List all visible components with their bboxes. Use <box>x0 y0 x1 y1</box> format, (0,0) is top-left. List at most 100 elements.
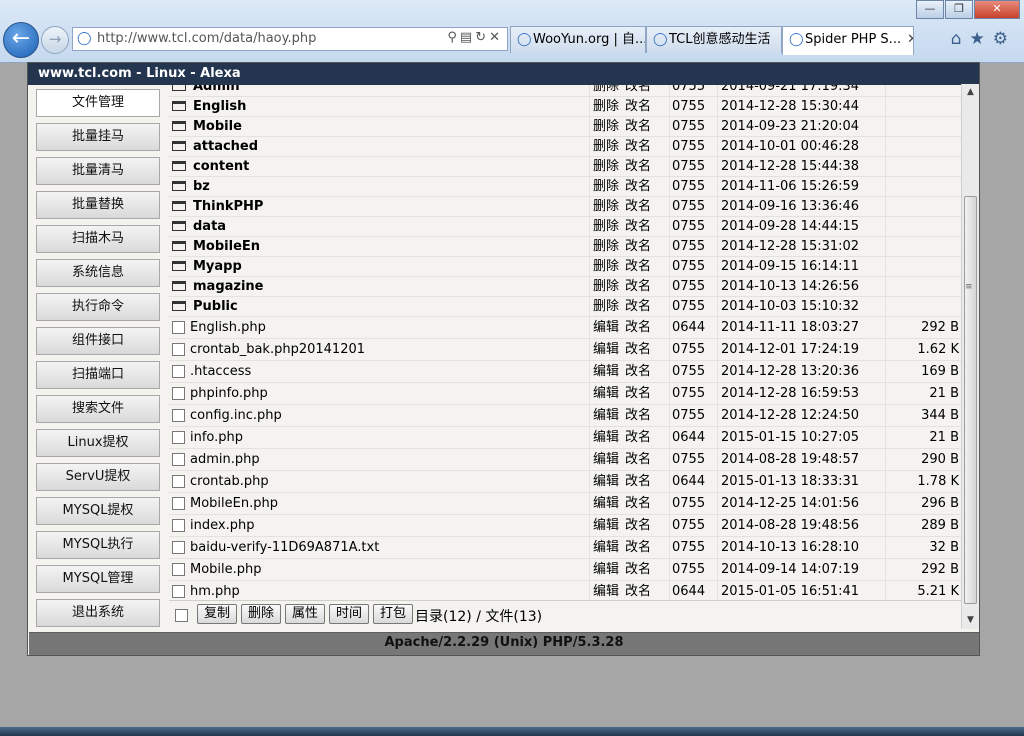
edit-link[interactable]: 编辑 <box>593 339 619 360</box>
file-checkbox[interactable] <box>172 339 187 360</box>
dir-name-link[interactable]: Myapp <box>193 257 242 276</box>
edit-link[interactable]: 编辑 <box>593 427 619 448</box>
forward-button[interactable]: → <box>41 26 69 54</box>
file-checkbox[interactable] <box>172 317 187 338</box>
permission-link[interactable]: 0755 <box>672 85 705 96</box>
edit-link[interactable]: 编辑 <box>593 317 619 338</box>
modified-time-link[interactable]: 2014-09-16 13:36:46 <box>721 197 859 216</box>
checkbox-box[interactable] <box>172 321 185 334</box>
rename-link[interactable]: 改名 <box>625 339 651 360</box>
permission-link[interactable]: 0755 <box>672 197 705 216</box>
rename-link[interactable]: 改名 <box>625 537 651 558</box>
back-button[interactable]: ← <box>3 22 39 58</box>
permission-link[interactable]: 0755 <box>672 157 705 176</box>
sidebar-batch-clean[interactable]: 批量清马 <box>36 157 160 185</box>
sidebar-port-scan[interactable]: 扫描端口 <box>36 361 160 389</box>
modified-time-link[interactable]: 2014-09-14 14:07:19 <box>721 559 859 580</box>
minimize-button[interactable]: — <box>916 0 944 19</box>
delete-link[interactable]: 删除 <box>593 137 619 156</box>
permission-link[interactable]: 0755 <box>672 117 705 136</box>
sidebar-logout[interactable]: 退出系统 <box>36 599 160 627</box>
modified-time-link[interactable]: 2014-11-06 15:26:59 <box>721 177 859 196</box>
file-name-link[interactable]: Mobile.php <box>190 559 262 580</box>
rename-link[interactable]: 改名 <box>625 581 651 602</box>
file-name-link[interactable]: admin.php <box>190 449 260 470</box>
modified-time-link[interactable]: 2014-10-13 14:26:56 <box>721 277 859 296</box>
rename-link[interactable]: 改名 <box>625 277 651 296</box>
modified-time-link[interactable]: 2014-09-28 14:44:15 <box>721 217 859 236</box>
dir-name-link[interactable]: English <box>193 97 246 116</box>
delete-link[interactable]: 删除 <box>593 177 619 196</box>
permission-link[interactable]: 0755 <box>672 97 705 116</box>
rename-link[interactable]: 改名 <box>625 405 651 426</box>
rename-link[interactable]: 改名 <box>625 177 651 196</box>
modified-time-link[interactable]: 2014-10-03 15:10:32 <box>721 297 859 316</box>
rename-link[interactable]: 改名 <box>625 117 651 136</box>
permission-link[interactable]: 0644 <box>672 471 705 492</box>
rename-link[interactable]: 改名 <box>625 137 651 156</box>
dir-name-link[interactable]: magazine <box>193 277 264 296</box>
rename-link[interactable]: 改名 <box>625 217 651 236</box>
dir-name-link[interactable]: attached <box>193 137 258 156</box>
dir-name-link[interactable]: data <box>193 217 226 236</box>
pack-button[interactable]: 打包 <box>373 604 414 624</box>
file-name-link[interactable]: MobileEn.php <box>190 493 278 514</box>
tab-spider-php[interactable]: ◯Spider PHP S...✕ <box>782 26 914 55</box>
delete-link[interactable]: 删除 <box>593 277 619 296</box>
delete-link[interactable]: 删除 <box>593 157 619 176</box>
rename-link[interactable]: 改名 <box>625 85 651 96</box>
permission-link[interactable]: 0755 <box>672 493 705 514</box>
modified-time-link[interactable]: 2014-09-21 17:19:34 <box>721 85 859 96</box>
sidebar-file-manager[interactable]: 文件管理 <box>36 89 160 117</box>
rename-link[interactable]: 改名 <box>625 157 651 176</box>
sidebar-mysql-manage[interactable]: MYSQL管理 <box>36 565 160 593</box>
edit-link[interactable]: 编辑 <box>593 515 619 536</box>
sidebar-servu-privesc[interactable]: ServU提权 <box>36 463 160 491</box>
rename-link[interactable]: 改名 <box>625 317 651 338</box>
checkbox-box[interactable] <box>172 431 185 444</box>
file-checkbox[interactable] <box>172 427 187 448</box>
delete-link[interactable]: 删除 <box>593 85 619 96</box>
checkbox-box[interactable] <box>172 541 185 554</box>
file-name-link[interactable]: config.inc.php <box>190 405 282 426</box>
permission-link[interactable]: 0755 <box>672 277 705 296</box>
file-name-link[interactable]: English.php <box>190 317 266 338</box>
file-name-link[interactable]: crontab_bak.php20141201 <box>190 339 365 360</box>
permission-link[interactable]: 0755 <box>672 559 705 580</box>
delete-link[interactable]: 删除 <box>593 237 619 256</box>
permission-link[interactable]: 0644 <box>672 317 705 338</box>
delete-link[interactable]: 删除 <box>593 297 619 316</box>
checkbox-box[interactable] <box>172 519 185 532</box>
permission-link[interactable]: 0755 <box>672 449 705 470</box>
file-checkbox[interactable] <box>172 361 187 382</box>
checkbox-box[interactable] <box>172 409 185 422</box>
dir-name-link[interactable]: ThinkPHP <box>193 197 263 216</box>
permission-link[interactable]: 0755 <box>672 237 705 256</box>
time-button[interactable]: 时间 <box>329 604 370 624</box>
page-scrollbar[interactable]: ▲ ≡ ▼ <box>961 84 979 629</box>
file-name-link[interactable]: hm.php <box>190 581 240 602</box>
rename-link[interactable]: 改名 <box>625 559 651 580</box>
close-window-button[interactable]: ✕ <box>974 0 1020 19</box>
dir-name-link[interactable]: bz <box>193 177 210 196</box>
rename-link[interactable]: 改名 <box>625 383 651 404</box>
permission-link[interactable]: 0755 <box>672 405 705 426</box>
permission-link[interactable]: 0755 <box>672 137 705 156</box>
edit-link[interactable]: 编辑 <box>593 537 619 558</box>
permission-link[interactable]: 0755 <box>672 217 705 236</box>
rename-link[interactable]: 改名 <box>625 471 651 492</box>
edit-link[interactable]: 编辑 <box>593 471 619 492</box>
sidebar-mysql-privesc[interactable]: MYSQL提权 <box>36 497 160 525</box>
edit-link[interactable]: 编辑 <box>593 383 619 404</box>
file-checkbox[interactable] <box>172 559 187 580</box>
rename-link[interactable]: 改名 <box>625 449 651 470</box>
favorites-star-icon[interactable]: ★ <box>970 29 993 49</box>
modified-time-link[interactable]: 2014-08-28 19:48:57 <box>721 449 859 470</box>
checkbox-box[interactable] <box>172 365 185 378</box>
sidebar-component[interactable]: 组件接口 <box>36 327 160 355</box>
delete-link[interactable]: 删除 <box>593 217 619 236</box>
permission-link[interactable]: 0755 <box>672 537 705 558</box>
scroll-down-arrow-icon[interactable]: ▼ <box>962 612 979 629</box>
modified-time-link[interactable]: 2014-12-28 15:44:38 <box>721 157 859 176</box>
copy-button[interactable]: 复制 <box>197 604 238 624</box>
